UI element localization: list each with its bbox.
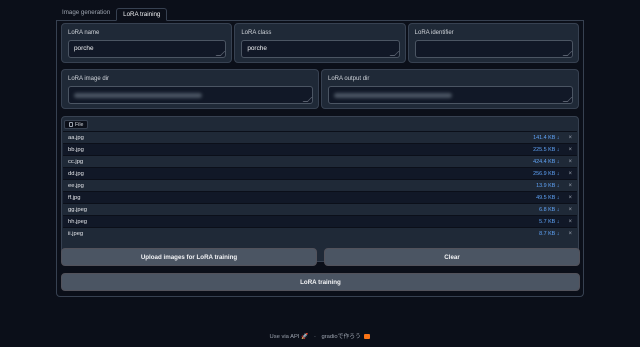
remove-file-icon[interactable]: ×: [568, 231, 572, 237]
output-dir-input[interactable]: [328, 86, 573, 104]
file-tag-label: File: [75, 121, 84, 128]
file-row: hh.jpeg 5.7 KB ↓ ×: [63, 215, 577, 227]
lora-identifier-box: LoRA identifier: [407, 23, 579, 63]
file-name: ii.jpeg: [68, 230, 84, 237]
file-download-link[interactable]: 49.5 KB ↓: [536, 195, 559, 201]
lora-name-value: porche: [74, 45, 94, 52]
file-row: ii.jpeg 8.7 KB ↓ ×: [63, 227, 577, 239]
image-dir-label: LoRA image dir: [68, 76, 110, 82]
use-via-api-link[interactable]: Use via API: [270, 334, 300, 340]
file-download-link[interactable]: 225.5 KB ↓: [533, 147, 559, 153]
clear-button[interactable]: Clear: [324, 248, 580, 266]
file-row: gg.jpeg 6.8 KB ↓ ×: [63, 203, 577, 215]
file-download-link[interactable]: 6.8 KB ↓: [539, 207, 559, 213]
lora-class-box: LoRA class porche: [234, 23, 406, 63]
remove-file-icon[interactable]: ×: [568, 195, 572, 201]
file-row: bb.jpg 225.5 KB ↓ ×: [63, 143, 577, 155]
lora-class-input[interactable]: porche: [241, 40, 400, 58]
remove-file-icon[interactable]: ×: [568, 147, 572, 153]
remove-file-icon[interactable]: ×: [568, 219, 572, 225]
file-download-link[interactable]: 424.4 KB ↓: [533, 159, 559, 165]
built-with-gradio-link[interactable]: gradioで作ろう: [322, 334, 361, 340]
name-fields-row: LoRA name porche LoRA class porche LoRA …: [61, 23, 579, 63]
file-download-link[interactable]: 141.4 KB ↓: [533, 135, 559, 141]
file-row: aa.jpg 141.4 KB ↓ ×: [63, 131, 577, 143]
remove-file-icon[interactable]: ×: [568, 171, 572, 177]
lora-name-box: LoRA name porche: [61, 23, 233, 63]
file-name: gg.jpeg: [68, 206, 88, 213]
file-row: ee.jpg 13.9 KB ↓ ×: [63, 179, 577, 191]
gradio-logo-icon: [364, 333, 371, 339]
upload-images-button[interactable]: Upload images for LoRA training: [61, 248, 317, 266]
lora-training-button[interactable]: LoRA training: [61, 273, 580, 291]
file-download-link[interactable]: 256.9 KB ↓: [533, 171, 559, 177]
lora-name-input[interactable]: porche: [68, 40, 227, 58]
file-name: hh.jpeg: [68, 218, 88, 225]
file-name: cc.jpg: [68, 158, 84, 165]
lora-identifier-input[interactable]: [414, 40, 573, 58]
dir-fields-row: LoRA image dir LoRA output dir: [61, 69, 579, 109]
file-name: ee.jpg: [68, 182, 84, 189]
remove-file-icon[interactable]: ×: [568, 159, 572, 165]
file-row: ff.jpg 49.5 KB ↓ ×: [63, 191, 577, 203]
resize-handle-icon[interactable]: [562, 97, 573, 102]
file-list: aa.jpg 141.4 KB ↓ × bb.jpg 225.5 KB ↓ × …: [63, 131, 577, 239]
file-icon: [69, 122, 73, 127]
file-tag: File: [64, 120, 89, 129]
resize-handle-icon[interactable]: [389, 51, 400, 56]
file-name: bb.jpg: [68, 146, 84, 153]
file-upload-panel: File aa.jpg 141.4 KB ↓ × bb.jpg 225.5 KB…: [61, 116, 579, 262]
file-name: ff.jpg: [68, 194, 81, 201]
lora-class-label: LoRA class: [241, 30, 272, 36]
output-dir-label: LoRA output dir: [328, 76, 370, 82]
rocket-icon: 🚀: [301, 334, 309, 340]
footer: Use via API 🚀 · gradioで作ろう: [0, 331, 640, 340]
lora-name-label: LoRA name: [68, 30, 100, 36]
resize-handle-icon[interactable]: [302, 97, 313, 102]
file-name: dd.jpg: [68, 170, 84, 177]
footer-separator: ·: [313, 334, 316, 340]
file-download-link[interactable]: 13.9 KB ↓: [536, 183, 559, 189]
image-dir-input[interactable]: [68, 86, 313, 104]
lora-training-panel: LoRA name porche LoRA class porche LoRA …: [56, 20, 584, 297]
file-row: dd.jpg 256.9 KB ↓ ×: [63, 167, 577, 179]
resize-handle-icon[interactable]: [562, 51, 573, 56]
file-name: aa.jpg: [68, 134, 84, 141]
file-download-link[interactable]: 8.7 KB ↓: [539, 231, 559, 237]
remove-file-icon[interactable]: ×: [568, 183, 572, 189]
output-dir-box: LoRA output dir: [321, 69, 579, 109]
lora-identifier-label: LoRA identifier: [414, 30, 454, 36]
resize-handle-icon[interactable]: [215, 51, 226, 56]
image-dir-box: LoRA image dir: [61, 69, 319, 109]
lora-class-value: porche: [247, 45, 267, 52]
redacted-path: [74, 93, 202, 98]
file-download-link[interactable]: 5.7 KB ↓: [539, 219, 559, 225]
remove-file-icon[interactable]: ×: [568, 135, 572, 141]
remove-file-icon[interactable]: ×: [568, 207, 572, 213]
tab-image-generation[interactable]: Image generation: [56, 7, 116, 20]
redacted-path: [334, 93, 452, 98]
file-row: cc.jpg 424.4 KB ↓ ×: [63, 155, 577, 167]
